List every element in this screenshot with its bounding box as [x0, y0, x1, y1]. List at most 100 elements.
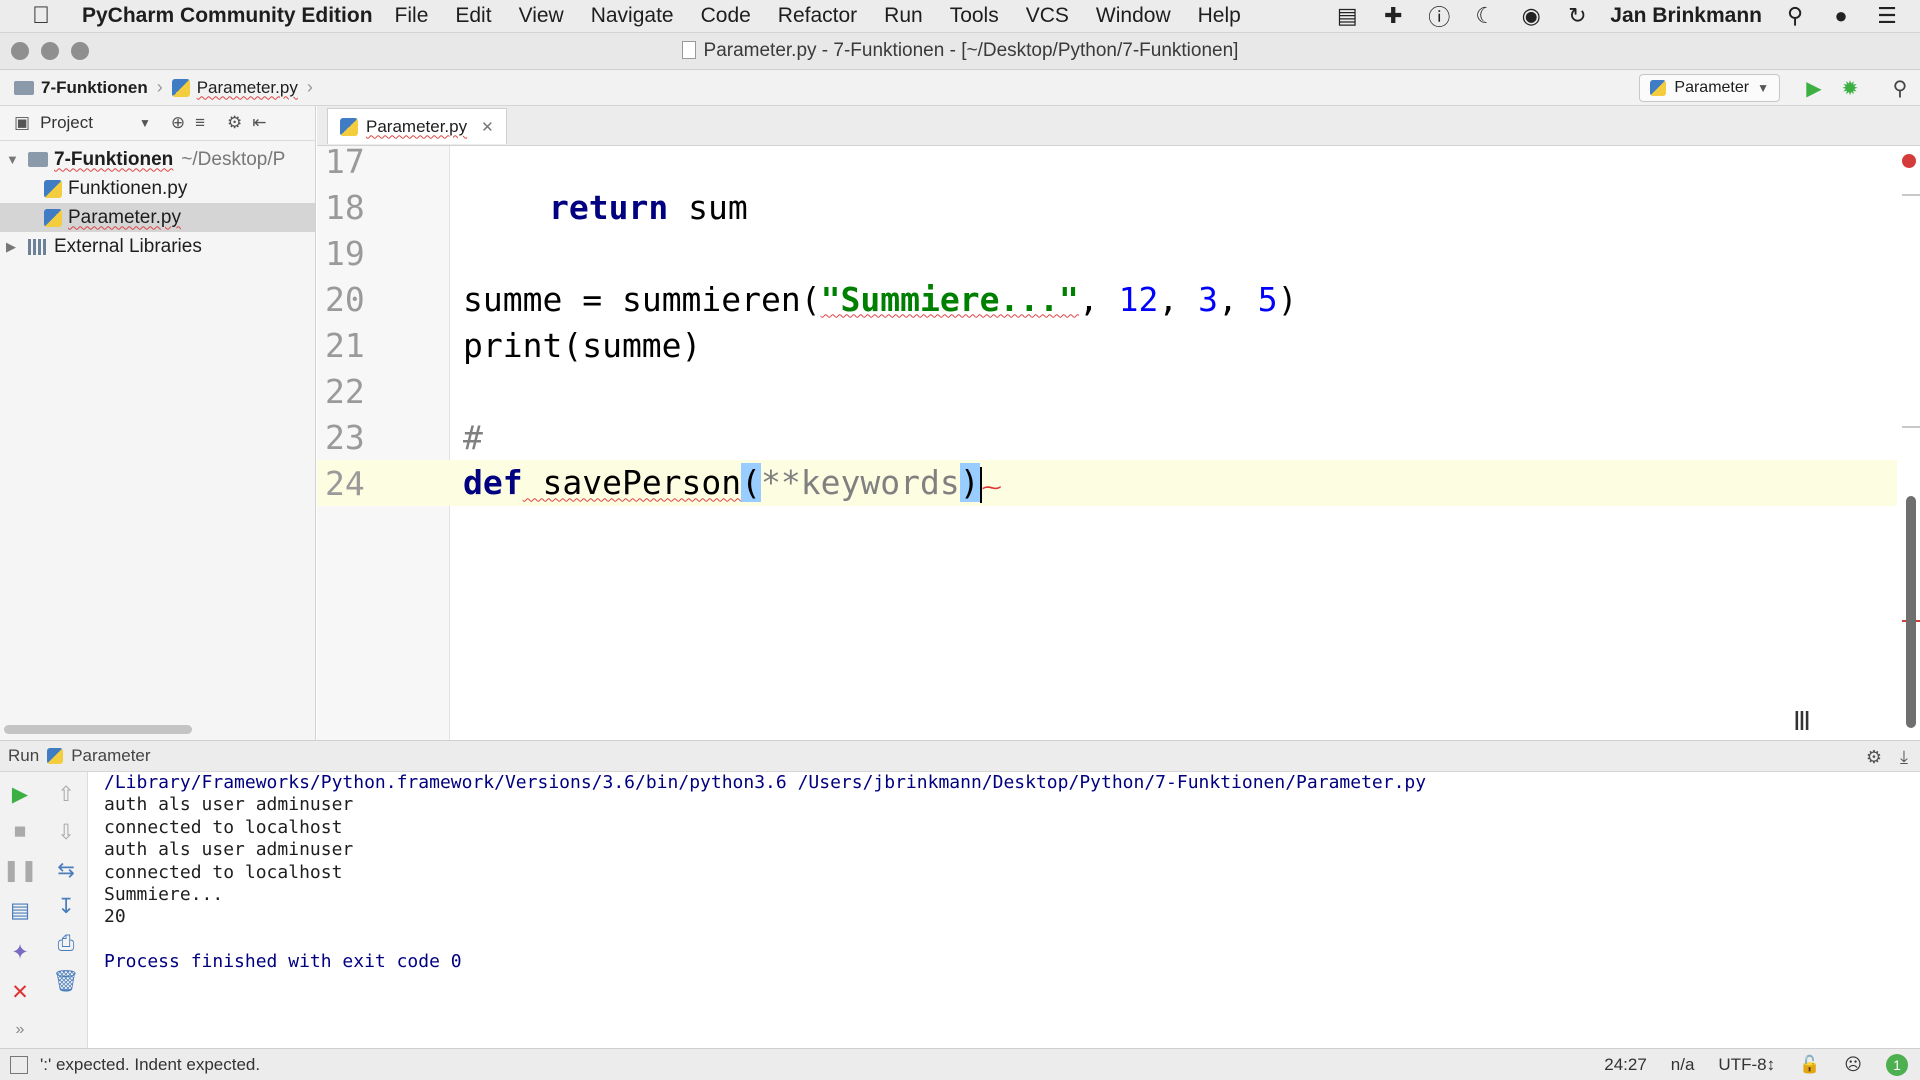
tree-item-parameter-py[interactable]: Parameter.py	[0, 203, 315, 232]
current-code-line: 24 def savePerson(**keywords) ⁓	[317, 460, 1897, 506]
menubar-tray: ▤ ✚ ⓘ ☾ ◉ ↻ Jan Brinkmann ⚲ ● ☰	[1334, 3, 1920, 30]
debug-bug-icon[interactable]: ✹	[1836, 74, 1864, 102]
spotlight-search-icon[interactable]: ⚲	[1782, 3, 1808, 29]
code-line: 17	[325, 146, 365, 181]
menu-run[interactable]: Run	[884, 4, 923, 28]
close-run-icon[interactable]: ✕	[6, 978, 34, 1006]
pin-icon[interactable]: ✦	[6, 938, 34, 966]
python-file-icon	[1650, 80, 1667, 96]
hide-panel-icon[interactable]: ⇤	[252, 113, 266, 133]
stripe-mark[interactable]	[1902, 426, 1920, 428]
window-title: Parameter.py - 7-Funktionen - [~/Desktop…	[0, 40, 1920, 62]
stripe-mark[interactable]	[1902, 194, 1920, 196]
siri-icon[interactable]: ●	[1828, 3, 1854, 29]
restore-layout-icon[interactable]: ▤	[6, 896, 34, 924]
pause-icon[interactable]: ❚❚	[2, 856, 37, 884]
lock-icon[interactable]: 🔓	[1799, 1055, 1820, 1075]
navigation-bar: 7-Funktionen › Parameter.py › Parameter …	[0, 70, 1920, 106]
collapsed-arrow-icon[interactable]: ▶	[6, 239, 20, 255]
headphones-icon[interactable]: ◉	[1518, 3, 1544, 29]
project-tool-window: ▣ Project ▼ ⊕ ≡ ⚙ ⇤ ▼ 7-Funktionen ~/Des…	[0, 106, 316, 740]
scroll-from-source-icon[interactable]: ⊕	[171, 113, 185, 133]
line-separator-indicator[interactable]: n/a	[1671, 1055, 1695, 1075]
editor-vertical-scrollbar[interactable]	[1906, 496, 1916, 728]
print-icon[interactable]: ⎙	[52, 930, 80, 958]
menu-help[interactable]: Help	[1198, 4, 1241, 28]
tool-windows-toggle-icon[interactable]	[10, 1055, 28, 1074]
menu-file[interactable]: File	[395, 4, 429, 28]
tree-item-funktionen-py[interactable]: Funktionen.py	[0, 174, 315, 203]
arrow-up-icon[interactable]: ⇧	[52, 780, 80, 808]
gear-icon[interactable]: ⚙	[1866, 747, 1882, 768]
console-line: connected to localhost	[104, 816, 343, 838]
run-header-tools: ⚙ ⤓	[1866, 747, 1908, 768]
status-bar-widgets: 24:27 n/a UTF-8↕ 🔓 ☹ 1	[1604, 1053, 1920, 1076]
run-console-output[interactable]: /Library/Frameworks/Python.framework/Ver…	[88, 772, 1920, 1048]
menu-navigate[interactable]: Navigate	[591, 4, 674, 28]
stop-icon[interactable]: ■	[6, 818, 34, 846]
tab-parameter-py[interactable]: Parameter.py ✕	[327, 108, 507, 144]
document-icon	[681, 41, 696, 59]
menu-refactor[interactable]: Refactor	[778, 4, 857, 28]
caret-position[interactable]: 24:27	[1604, 1055, 1647, 1075]
soft-wrap-icon[interactable]: ⇆	[52, 856, 80, 884]
user-name[interactable]: Jan Brinkmann	[1610, 4, 1762, 28]
menu-tools[interactable]: Tools	[950, 4, 999, 28]
menu-window[interactable]: Window	[1096, 4, 1171, 28]
arrow-down-icon[interactable]: ⇩	[52, 818, 80, 846]
search-everywhere-icon[interactable]: ⚲	[1886, 74, 1914, 102]
time-machine-icon[interactable]: ↻	[1564, 3, 1590, 29]
event-log-badge[interactable]: 1	[1886, 1053, 1908, 1076]
expanded-arrow-icon[interactable]: ▼	[6, 152, 20, 167]
apple-menu-icon[interactable]: 	[0, 2, 82, 30]
folder-icon	[28, 152, 48, 167]
notification-center-icon[interactable]: ☰	[1874, 3, 1900, 29]
file-encoding[interactable]: UTF-8↕	[1718, 1055, 1775, 1075]
library-icon	[28, 238, 48, 255]
code-editor[interactable]: 17 18 return sum 19 20 summe = summieren…	[317, 146, 1920, 740]
console-line: auth als user adminuser	[104, 794, 354, 816]
record-icon[interactable]: ▤	[1334, 3, 1360, 29]
menu-view[interactable]: View	[519, 4, 564, 28]
chevron-down-icon[interactable]: ▼	[139, 116, 151, 130]
menu-vcs[interactable]: VCS	[1026, 4, 1069, 28]
breadcrumb-file[interactable]: Parameter.py	[171, 78, 298, 98]
rerun-button[interactable]: ▶	[6, 780, 34, 808]
python-file-icon	[44, 179, 62, 198]
python-file-icon	[340, 117, 358, 136]
close-tab-icon[interactable]: ✕	[481, 118, 494, 136]
status-message: ':' expected. Indent expected.	[40, 1054, 261, 1074]
collapse-all-icon[interactable]: ≡	[195, 113, 205, 133]
tree-item-external-libraries[interactable]: ▶ External Libraries	[0, 232, 315, 261]
gear-icon[interactable]: ⚙	[227, 113, 242, 133]
more-icon[interactable]: »	[6, 1016, 34, 1044]
plus-cross-icon[interactable]: ✚	[1380, 3, 1406, 29]
project-horizontal-scrollbar[interactable]	[4, 725, 192, 734]
error-indicator-icon[interactable]	[1902, 154, 1916, 168]
run-configuration-dropdown[interactable]: Parameter ▼	[1639, 74, 1780, 102]
moon-icon[interactable]: ☾	[1472, 3, 1498, 29]
tree-item-root-folder[interactable]: ▼ 7-Funktionen ~/Desktop/P	[0, 145, 315, 174]
hide-panel-icon[interactable]: ⤓	[1900, 747, 1908, 768]
trash-icon[interactable]: 🗑	[52, 968, 80, 996]
run-button[interactable]: ▶	[1800, 74, 1828, 102]
project-view-selector[interactable]: Project	[40, 113, 93, 133]
menu-code[interactable]: Code	[701, 4, 751, 28]
scroll-to-end-icon[interactable]: ↧	[52, 892, 80, 920]
error-squiggle-icon: ⁓	[981, 475, 1002, 500]
folder-icon	[14, 80, 34, 95]
menu-edit[interactable]: Edit	[455, 4, 491, 28]
mouse-ibeam-cursor-icon: Ⅲ	[1793, 706, 1811, 736]
project-panel-toolbar: ▣ Project ▼ ⊕ ≡ ⚙ ⇤	[0, 106, 315, 141]
inspector-icon[interactable]: ☹	[1844, 1055, 1862, 1075]
info-circle-icon[interactable]: ⓘ	[1426, 3, 1452, 30]
code-line: 18 return sum	[325, 187, 748, 227]
code-line: 21 print(summe)	[325, 325, 702, 365]
project-tree: ▼ 7-Funktionen ~/Desktop/P Funktionen.py…	[0, 141, 315, 261]
code-line: 20 summe = summieren("Summiere...", 12, …	[325, 279, 1298, 319]
console-line: auth als user adminuser	[104, 839, 354, 861]
editor-tab-bar: Parameter.py ✕	[317, 106, 1920, 146]
breadcrumb-folder[interactable]: 7-Funktionen	[14, 78, 148, 98]
app-menu[interactable]: PyCharm Community Edition	[82, 4, 373, 28]
